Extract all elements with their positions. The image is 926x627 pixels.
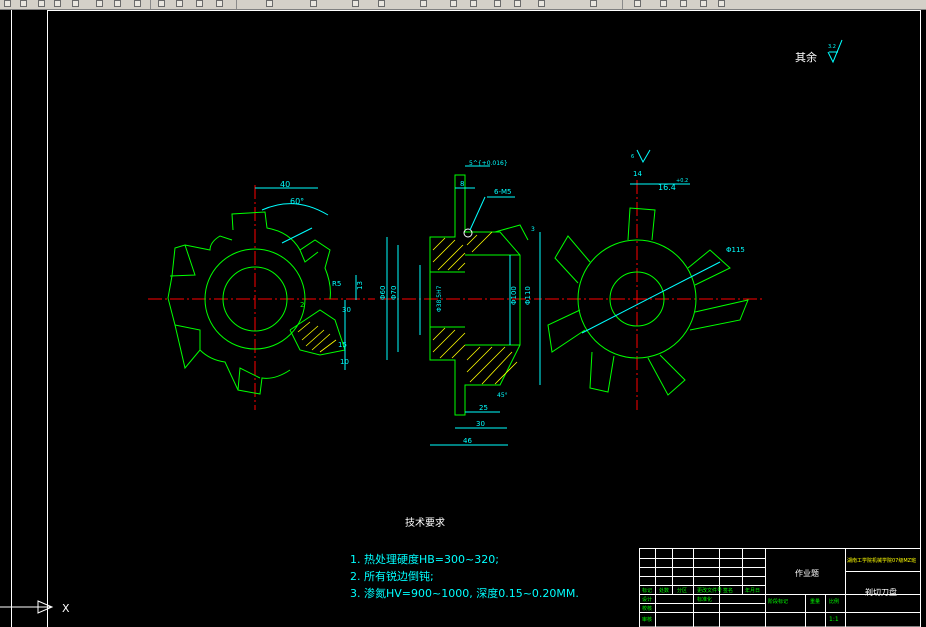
tb-scale: 1:1 <box>829 616 839 623</box>
dim-16-4-tol: +0.2 <box>676 178 688 184</box>
tech-item-2: 2. 所有锐边倒钝; <box>350 569 434 583</box>
dim-d110: Φ110 <box>524 286 532 305</box>
tb-label-mark: 标记 <box>642 587 652 594</box>
dim-2: 2 <box>300 301 304 309</box>
dim-30-width: 30 <box>476 420 485 428</box>
tb-label-zone: 分区 <box>677 587 687 594</box>
surface-note-text: 其余 <box>795 50 817 64</box>
right-roughness-symbol <box>636 149 651 164</box>
roughness-value: 3.2 <box>828 44 836 50</box>
left-tooth-c <box>174 324 201 350</box>
tb-label-design: 设计 <box>642 596 652 603</box>
dim-14: 14 <box>633 170 642 178</box>
dim-16-4: 16.4 <box>658 183 676 192</box>
ucs-icon: X <box>0 600 70 615</box>
tb-label-standard: 标准化 <box>697 596 712 603</box>
tech-item-1: 1. 热处理硬度HB=300~320; <box>350 552 499 566</box>
ucs-x-label: X <box>62 602 70 615</box>
left-tooth-a <box>299 249 319 263</box>
dim-25: 25 <box>479 404 488 412</box>
dim-45-deg: 45° <box>497 392 508 399</box>
bolt-hole-marker <box>463 228 473 238</box>
dim-chamfer-3: 3 <box>531 226 535 233</box>
dim-top-tol: 5^{+0.016} <box>469 160 508 167</box>
dim-6-m5: 6-M5 <box>494 188 511 196</box>
section-inner-lines <box>430 224 529 346</box>
tb-label-scale: 比例 <box>829 598 839 605</box>
tb-label-stage: 阶段标记 <box>768 598 788 605</box>
dim-d115: Φ115 <box>726 246 745 254</box>
dim-d100: Φ100 <box>510 286 518 305</box>
tb-label-date: 年月日 <box>745 587 760 594</box>
tb-label-check: 校核 <box>642 605 652 612</box>
tb-school: 湖南工学院机械学院07级MZ班 <box>847 557 916 564</box>
section-view[interactable]: 5^{+0.016} 8 6-M5 3 Φ60 Φ70 Φ38.5H7 Φ100… <box>379 160 542 446</box>
dim-13: 13 <box>356 281 364 290</box>
title-block[interactable]: 作业题 湖南工学院机械学院07级MZ班 剃切刀盘 1:1 标记 处数 分区 更改… <box>639 548 921 627</box>
right-view[interactable]: Φ115 16.4 +0.2 14 6 <box>545 149 765 410</box>
tb-label-doc: 更改文件号 <box>697 587 722 594</box>
left-view[interactable]: 40 60° 13 2 R5 30 15 10 <box>148 180 375 410</box>
tb-label-sign: 签名 <box>723 587 733 594</box>
dim-40: 40 <box>280 180 290 189</box>
left-partial-section <box>289 309 346 356</box>
dim-8: 8 <box>460 180 464 188</box>
tech-item-3: 3. 渗氮HV=900~1000, 深度0.15~0.20MM. <box>350 586 579 600</box>
dim-46: 46 <box>463 437 472 445</box>
tb-label-review: 审核 <box>642 616 652 623</box>
left-tooth-d <box>237 367 261 391</box>
left-cutter-outline <box>167 211 331 395</box>
drawing-canvas[interactable]: 其余 3.2 40 60° 13 2 R5 30 15 10 5^{+0.016… <box>0 0 926 627</box>
dim-15: 15 <box>338 341 347 349</box>
dim-bore: Φ38.5H7 <box>436 285 443 312</box>
tb-label-weight: 重量 <box>810 598 820 605</box>
tech-title: 技术要求 <box>405 516 445 529</box>
tb-part-name: 剃切刀盘 <box>865 587 897 597</box>
dim-r5: R5 <box>332 280 341 288</box>
tb-label-count: 处数 <box>659 587 669 594</box>
drawing-frame <box>11 10 921 627</box>
tb-work-name: 作业题 <box>795 568 819 578</box>
dim-30: 30 <box>342 306 351 314</box>
section-outline <box>429 174 521 416</box>
dim-10: 10 <box>340 358 349 366</box>
dim-d70: Φ70 <box>390 286 398 300</box>
dim-60-deg: 60° <box>290 197 304 206</box>
dim-6: 6 <box>631 154 634 160</box>
technical-requirements: 技术要求 1. 热处理硬度HB=300~320; 2. 所有锐边倒钝; 3. 渗… <box>350 516 579 600</box>
surface-roughness-note: 其余 3.2 <box>795 39 843 64</box>
dim-d60: Φ60 <box>379 286 387 300</box>
left-section-hatch <box>297 321 337 353</box>
